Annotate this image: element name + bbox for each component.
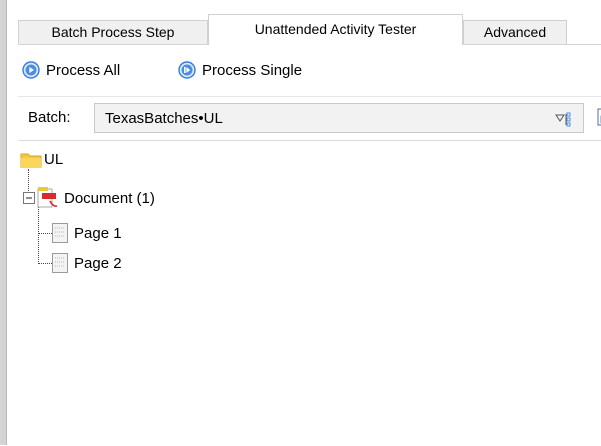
- tree-node-page-2[interactable]: Page 2: [52, 253, 122, 273]
- tree-node-page-1[interactable]: Page 1: [52, 223, 122, 243]
- tab-label: Advanced: [483, 24, 547, 40]
- page-icon: [52, 253, 68, 273]
- tab-label: Batch Process Step: [51, 24, 175, 40]
- tree-node-label: Document (1): [64, 189, 155, 207]
- batch-document-icon[interactable]: [597, 108, 601, 126]
- page-icon: [52, 223, 68, 243]
- batch-label: Batch:: [28, 109, 71, 126]
- tree-connector: [38, 263, 52, 264]
- process-all-button[interactable]: Process All: [22, 58, 120, 82]
- batch-selector-row: Batch: TexasBatches•UL: [18, 96, 601, 139]
- step-forward-icon: [178, 61, 196, 79]
- tab-unattended-activity-tester[interactable]: Unattended Activity Tester: [208, 14, 463, 45]
- folder-icon: [20, 153, 42, 167]
- collapse-icon[interactable]: [23, 192, 35, 204]
- tab-batch-process-step[interactable]: Batch Process Step: [18, 20, 208, 44]
- process-toolbar: Process All Process Single: [18, 52, 601, 86]
- tab-bar: Batch Process Step Unattended Activity T…: [18, 14, 601, 45]
- tree-node-label: UL: [44, 151, 64, 168]
- process-single-button[interactable]: Process Single: [178, 58, 302, 82]
- tree-node-label: Page 1: [74, 224, 122, 242]
- process-single-label: Process Single: [202, 61, 303, 79]
- process-all-label: Process All: [46, 61, 121, 79]
- pdf-document-icon: [37, 187, 58, 208]
- tab-advanced[interactable]: Advanced: [463, 20, 567, 44]
- filter-hierarchy-icon[interactable]: [555, 111, 573, 127]
- batch-dropdown[interactable]: TexasBatches•UL: [94, 103, 584, 133]
- batch-tree: UL Document (1) Page 1 Page 2: [18, 140, 601, 446]
- tree-connector: [38, 233, 52, 234]
- batch-selected-value: TexasBatches•UL: [105, 110, 223, 127]
- tab-label: Unattended Activity Tester: [254, 21, 417, 37]
- play-icon: [22, 61, 40, 79]
- left-panel-border: [0, 0, 7, 445]
- tree-node-ul[interactable]: UL: [20, 151, 63, 168]
- tree-node-document[interactable]: Document (1): [23, 187, 155, 209]
- tree-node-label: Page 2: [74, 254, 122, 272]
